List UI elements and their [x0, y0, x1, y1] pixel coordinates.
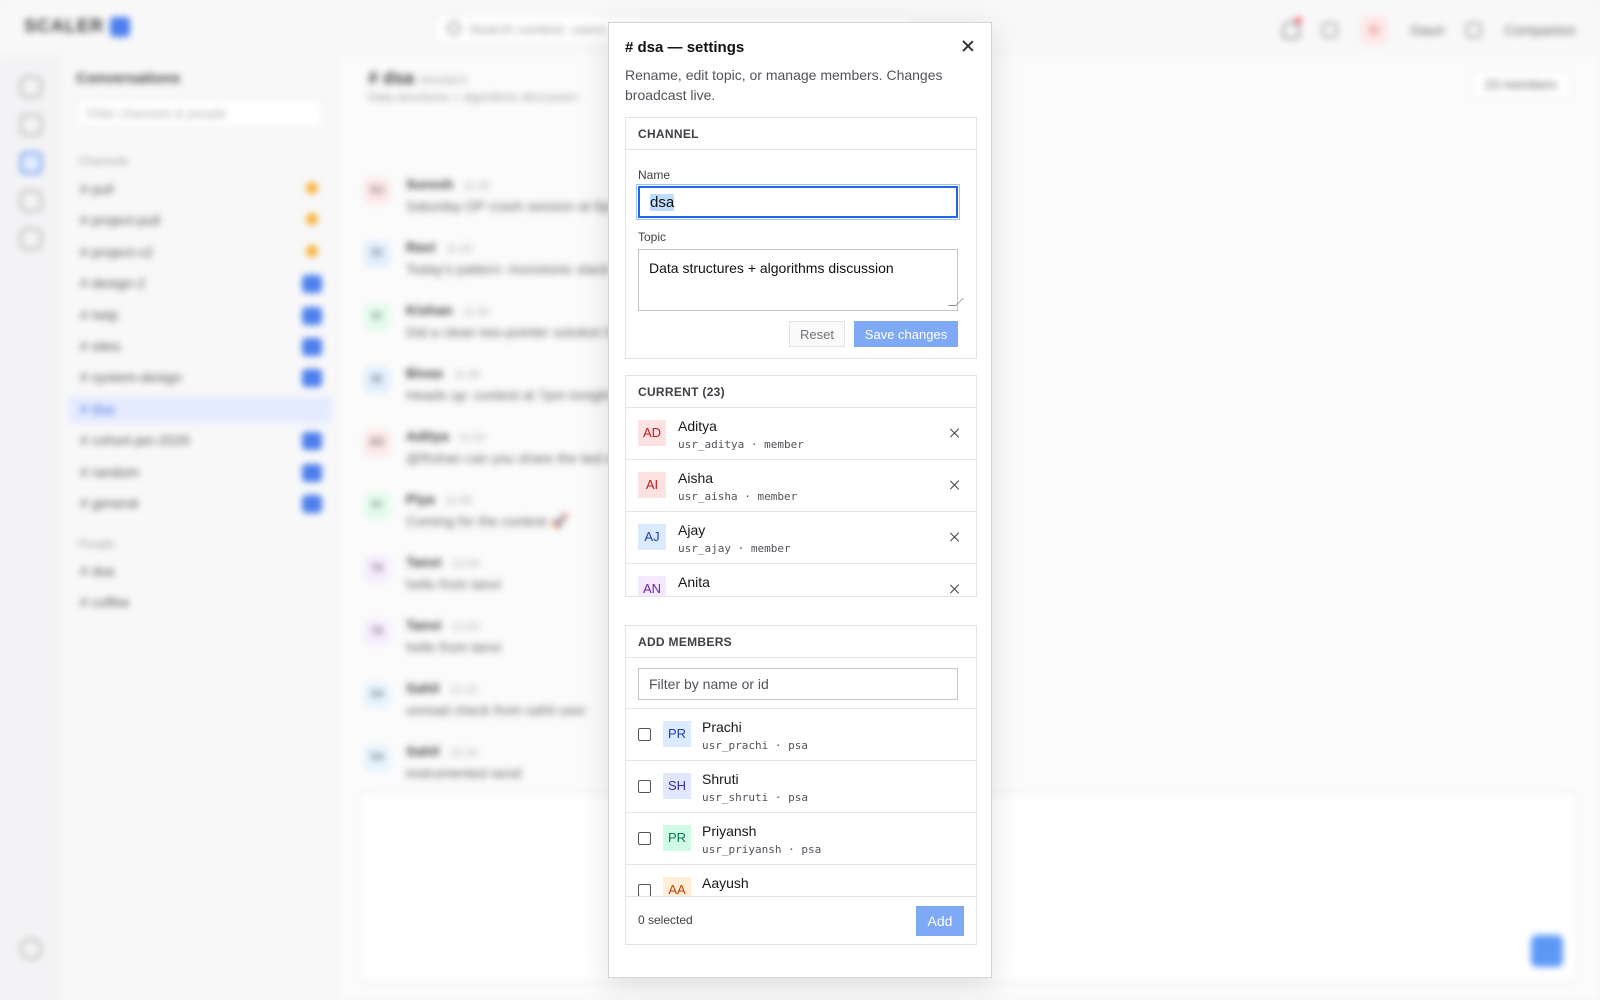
member-avatar: AD — [638, 420, 666, 446]
candidate-checkbox[interactable] — [638, 884, 651, 896]
remove-member-icon[interactable] — [946, 580, 964, 596]
member-meta: usr_aisha · member — [678, 490, 798, 503]
member-name: Aisha — [678, 470, 714, 486]
member-row: AJ Ajay usr_ajay · member — [626, 512, 976, 564]
candidate-checkbox[interactable] — [638, 728, 651, 741]
add-members-footer: 0 selected Add — [626, 896, 976, 944]
channel-topic-input[interactable]: Data structures + algorithms discussion — [638, 249, 958, 311]
close-icon[interactable] — [959, 37, 977, 55]
remove-member-icon[interactable] — [946, 528, 964, 546]
member-row: AI Aisha usr_aisha · member — [626, 460, 976, 512]
channel-settings-modal: # dsa — settings Rename, edit topic, or … — [608, 22, 992, 978]
candidate-name: Shruti — [702, 771, 739, 787]
candidate-avatar: PR — [663, 721, 691, 747]
candidate-meta: usr_shruti · psa — [702, 791, 808, 804]
reset-button[interactable]: Reset — [789, 321, 845, 347]
candidate-row[interactable]: PR Prachi usr_prachi · psa — [626, 708, 976, 760]
member-meta: usr_anita · member — [678, 594, 797, 596]
selected-count: 0 selected — [638, 913, 693, 927]
candidate-row[interactable]: AAAayushusr_aayush · psa — [626, 864, 976, 896]
current-members-header: CURRENT (23) — [626, 376, 976, 408]
candidate-name: Aayush — [702, 875, 749, 891]
member-meta: usr_ajay · member — [678, 542, 791, 555]
modal-subtitle: Rename, edit topic, or manage members. C… — [625, 67, 943, 103]
candidate-name: Priyansh — [702, 823, 757, 839]
candidate-checkbox[interactable] — [638, 780, 651, 793]
member-avatar: AI — [638, 472, 666, 498]
candidate-avatar: PR — [663, 825, 691, 851]
candidate-avatar: SH — [663, 773, 691, 799]
candidate-meta: usr_priyansh · psa — [702, 843, 822, 856]
add-button[interactable]: Add — [916, 906, 964, 936]
candidate-meta: usr_prachi · psa — [702, 739, 808, 752]
remove-member-icon[interactable] — [946, 476, 964, 494]
candidate-list[interactable]: PR Prachi usr_prachi · psa SH Shruti usr_shru… — [626, 708, 976, 896]
channel-name-input[interactable] — [636, 184, 960, 220]
channel-section-header: CHANNEL — [626, 118, 976, 150]
modal-title: # dsa — settings — [625, 39, 745, 56]
member-avatar: AJ — [638, 524, 666, 550]
member-avatar: AN — [638, 576, 666, 596]
current-members-card: CURRENT (23) AD Aditya usr_aditya · member… — [625, 375, 977, 597]
candidate-row[interactable]: PR Priyansh usr_priyansh · psa — [626, 812, 976, 864]
candidate-avatar: AA — [663, 877, 691, 896]
candidate-checkbox[interactable] — [638, 832, 651, 845]
save-changes-button[interactable]: Save changes — [854, 321, 958, 347]
member-row: AD Aditya usr_aditya · member — [626, 408, 976, 460]
member-name: Aditya — [678, 418, 717, 434]
member-row: AN Anita usr_anita · member — [626, 564, 976, 596]
candidate-row[interactable]: SH Shruti usr_shruti · psa — [626, 760, 976, 812]
add-members-header: ADD MEMBERS — [626, 626, 976, 658]
current-member-list[interactable]: AD Aditya usr_aditya · member AI Aisha usr_ai… — [626, 408, 976, 596]
member-meta: usr_aditya · member — [678, 438, 804, 451]
remove-member-icon[interactable] — [946, 424, 964, 442]
member-name: Ajay — [678, 522, 706, 538]
member-name: Anita — [678, 574, 710, 590]
channel-card: CHANNEL Name Topic Data structures + alg… — [625, 117, 977, 359]
topic-label: Topic — [638, 230, 667, 244]
candidate-name: Prachi — [702, 719, 742, 735]
add-members-card: ADD MEMBERS PR Prachi usr_prachi · psa SH Sh… — [625, 625, 977, 945]
member-filter-input[interactable] — [638, 668, 958, 700]
name-label: Name — [638, 168, 671, 182]
